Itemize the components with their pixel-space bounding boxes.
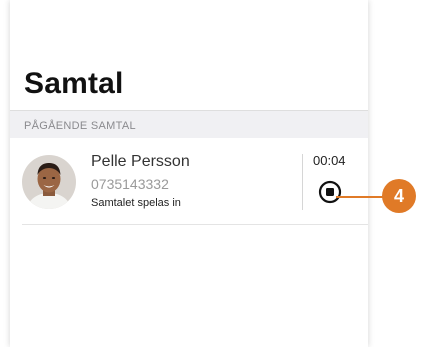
caller-number: 0735143332	[91, 176, 169, 192]
callout-badge: 4	[382, 179, 416, 213]
call-duration: 00:04	[313, 153, 346, 168]
section-header: PÅGÅENDE SAMTAL	[10, 110, 368, 138]
stop-recording-button[interactable]	[318, 180, 342, 204]
vertical-divider	[302, 154, 303, 210]
avatar	[22, 155, 76, 209]
phone-screen: Samtal PÅGÅENDE SAMTAL Pelle Persson 073…	[10, 0, 368, 347]
section-label: PÅGÅENDE SAMTAL	[24, 120, 136, 132]
avatar-photo-icon	[22, 155, 76, 209]
page-title: Samtal	[24, 67, 124, 100]
caller-name: Pelle Persson	[91, 153, 190, 170]
app-stage: Samtal PÅGÅENDE SAMTAL Pelle Persson 073…	[0, 0, 429, 347]
row-separator	[22, 224, 368, 225]
recording-status: Samtalet spelas in	[91, 197, 181, 209]
stop-record-icon	[318, 180, 342, 204]
callout-line	[336, 196, 384, 198]
ongoing-call-row[interactable]: Pelle Persson 0735143332 Samtalet spelas…	[10, 138, 368, 226]
